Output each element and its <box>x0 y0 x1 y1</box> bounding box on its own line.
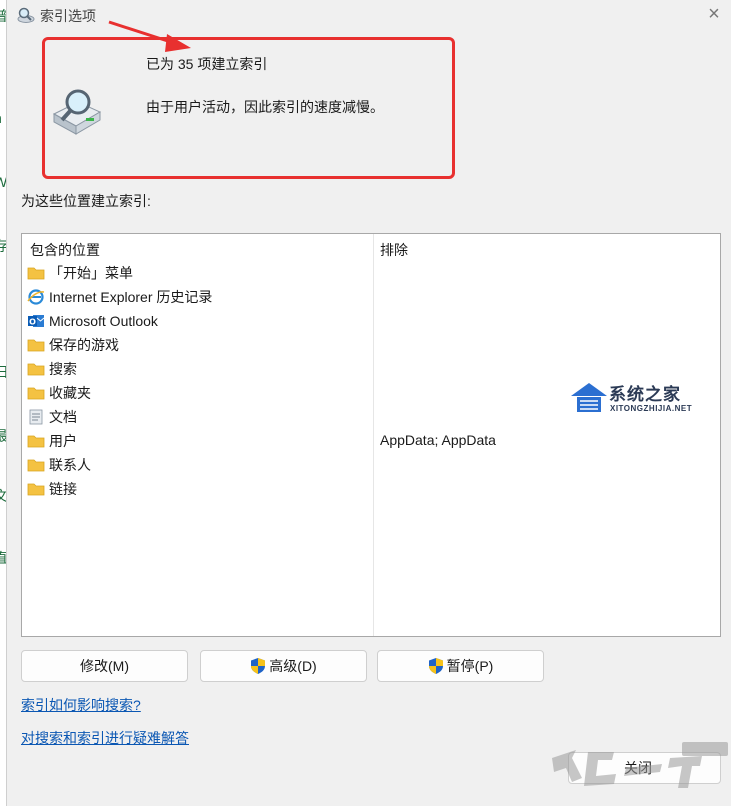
list-item-label: Internet Explorer 历史记录 <box>49 289 213 305</box>
folder-icon <box>27 387 45 400</box>
list-item-label: 联系人 <box>49 457 91 473</box>
list-item[interactable]: 联系人 <box>27 454 91 476</box>
site-watermark-logo <box>552 742 728 788</box>
xitongzhijia-watermark: 系统之家 XITONGZHIJIA.NET <box>569 378 719 426</box>
advanced-button-label: 高级(D) <box>269 658 317 674</box>
excluded-value: AppData; AppData <box>380 432 496 448</box>
included-locations-header[interactable]: 包含的位置 <box>30 240 100 260</box>
list-item-label: 保存的游戏 <box>49 337 119 353</box>
list-item[interactable]: 文档 <box>27 406 77 428</box>
list-item[interactable]: 搜索 <box>27 358 77 380</box>
indexed-locations-list[interactable]: 包含的位置 排除 「开始」菜单 Internet Explorer 历史记录 O… <box>21 233 721 637</box>
troubleshoot-search-link[interactable]: 对搜索和索引进行疑难解答 <box>21 728 189 748</box>
watermark-title: 系统之家 <box>609 385 681 404</box>
list-item[interactable]: 保存的游戏 <box>27 334 119 356</box>
indexing-speed-text: 由于用户活动，因此索引的速度减慢。 <box>146 99 384 115</box>
list-item-label: Microsoft Outlook <box>49 313 158 329</box>
internet-explorer-icon <box>27 289 45 305</box>
uac-shield-icon <box>251 658 266 674</box>
indexed-count-text: 已为 35 项建立索引 <box>146 56 268 72</box>
folder-icon <box>27 363 45 376</box>
list-item-label: 用户 <box>49 433 77 449</box>
indexing-options-icon <box>17 7 35 23</box>
list-item[interactable]: 收藏夹 <box>27 382 91 404</box>
background-window-edge: 普 n W 存 I 旧 最 文 直 <box>0 0 7 806</box>
window-title: 索引选项 <box>40 8 96 24</box>
folder-icon <box>27 435 45 448</box>
watermark-subtitle: XITONGZHIJIA.NET <box>610 404 693 413</box>
list-item-label: 「开始」菜单 <box>49 265 133 281</box>
house-logo-icon <box>571 383 607 412</box>
locations-label: 为这些位置建立索引: <box>21 193 151 209</box>
list-item[interactable]: 链接 <box>27 478 77 500</box>
modify-button-label: 修改(M) <box>80 658 129 674</box>
list-item[interactable]: 用户 <box>27 430 77 452</box>
svg-text:O: O <box>29 318 36 327</box>
list-item-label: 链接 <box>49 481 77 497</box>
list-item-label: 收藏夹 <box>49 385 91 401</box>
pause-button-label: 暂停(P) <box>446 658 494 674</box>
close-window-icon[interactable]: × <box>703 3 725 25</box>
folder-icon <box>27 483 45 496</box>
modify-button[interactable]: 修改(M) <box>21 650 188 682</box>
list-item[interactable]: 「开始」菜单 <box>27 262 133 284</box>
folder-icon <box>27 267 45 280</box>
excluded-header[interactable]: 排除 <box>380 240 408 260</box>
list-item-label: 文档 <box>49 409 77 425</box>
list-item-label: 搜索 <box>49 361 77 377</box>
folder-icon <box>27 459 45 472</box>
list-item[interactable]: O Microsoft Outlook <box>27 310 158 332</box>
indexing-options-dialog: 索引选项 × 已为 35 项建立索引 由于用户活动，因此索引的速度减慢。 为这些… <box>7 0 731 806</box>
indexing-drive-icon <box>52 89 102 135</box>
advanced-button[interactable]: 高级(D) <box>200 650 367 682</box>
column-divider <box>373 234 374 636</box>
uac-shield-icon <box>428 658 443 674</box>
folder-icon <box>27 339 45 352</box>
list-item[interactable]: Internet Explorer 历史记录 <box>27 286 212 308</box>
pause-button[interactable]: 暂停(P) <box>377 650 544 682</box>
outlook-icon: O <box>28 315 45 327</box>
document-icon <box>29 409 43 425</box>
how-indexing-affects-search-link[interactable]: 索引如何影响搜索? <box>21 695 141 715</box>
